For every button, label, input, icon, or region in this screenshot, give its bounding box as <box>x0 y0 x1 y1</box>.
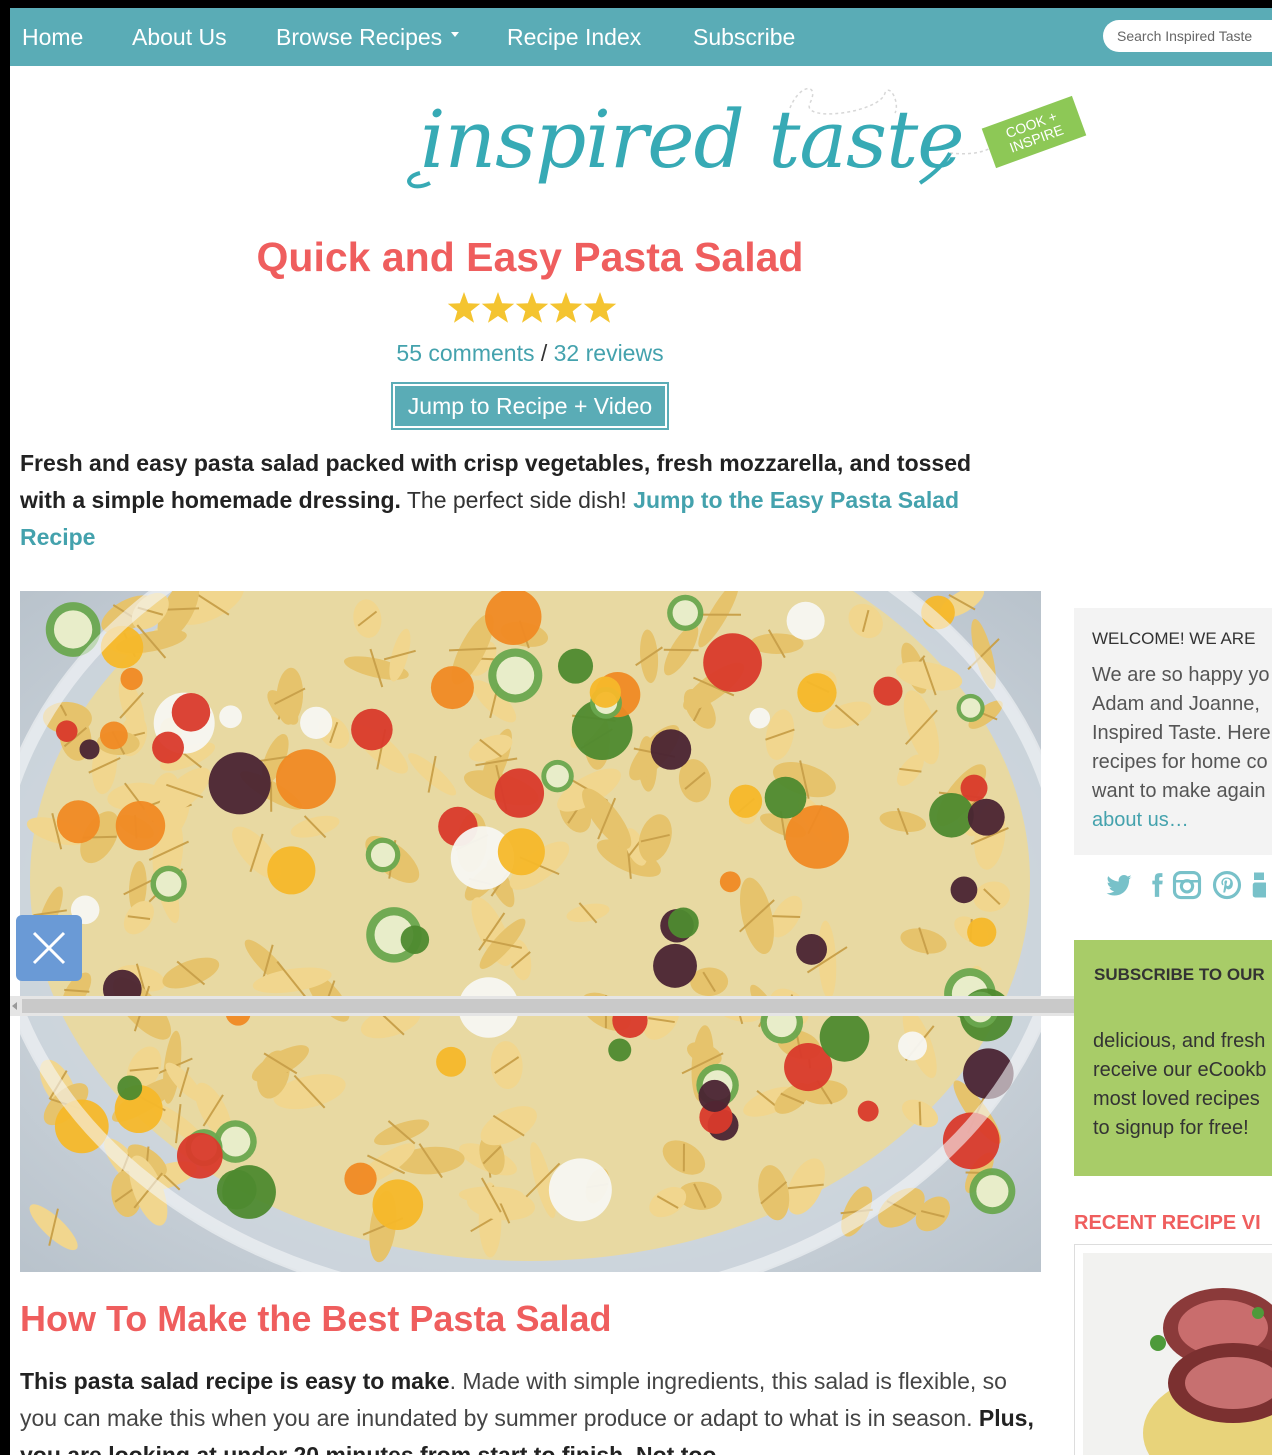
reviews-link[interactable]: 32 reviews <box>554 340 664 366</box>
close-icon[interactable] <box>16 915 82 981</box>
site-logo[interactable]: inspired taste COOK + INSPIRE <box>380 83 1100 233</box>
nav-home[interactable]: Home <box>22 22 83 52</box>
top-nav: Home About Us Browse Recipes Recipe Inde… <box>10 8 1272 66</box>
scroll-left-arrow-icon[interactable] <box>12 1002 17 1010</box>
star-icon <box>583 292 617 323</box>
welcome-line: We are so happy yo <box>1092 664 1270 686</box>
jump-to-recipe-button[interactable]: Jump to Recipe + Video <box>395 386 665 426</box>
facebook-icon[interactable] <box>1144 870 1170 900</box>
sidebar-subscribe: SUBSCRIBE TO OUR delicious, and fresh re… <box>1074 940 1272 1176</box>
welcome-heading: WELCOME! WE ARE <box>1092 629 1256 648</box>
section-body: This pasta salad recipe is easy to make.… <box>20 1363 1045 1455</box>
body-bold-1: This pasta salad recipe is easy to make <box>20 1368 450 1394</box>
subscribe-line: to signup for free! <box>1093 1117 1249 1139</box>
recent-recipe-image <box>1083 1253 1272 1455</box>
nav-recipe-index[interactable]: Recipe Index <box>507 22 641 52</box>
meta-separator: / <box>534 340 554 366</box>
rating-stars <box>447 292 617 323</box>
post-intro: Fresh and easy pasta salad packed with c… <box>20 445 1020 556</box>
comments-link[interactable]: 55 comments <box>396 340 534 366</box>
star-icon <box>447 292 481 323</box>
nav-about-us[interactable]: About Us <box>132 22 227 52</box>
instagram-icon[interactable] <box>1172 870 1202 900</box>
twitter-icon[interactable] <box>1104 870 1134 900</box>
welcome-line: recipes for home co <box>1092 751 1268 773</box>
search-input[interactable] <box>1103 20 1272 52</box>
hero-image-pasta-salad <box>20 591 1041 1272</box>
welcome-text: We are so happy yo Adam and Joanne, Insp… <box>1092 661 1272 835</box>
logo-wordmark: inspired taste <box>420 93 965 186</box>
about-us-link[interactable]: about us… <box>1092 809 1189 831</box>
nav-subscribe[interactable]: Subscribe <box>693 22 795 52</box>
welcome-line: want to make again <box>1092 780 1266 802</box>
welcome-line: Inspired Taste. Here <box>1092 722 1271 744</box>
page: Home About Us Browse Recipes Recipe Inde… <box>10 8 1272 1455</box>
section-heading: How To Make the Best Pasta Salad <box>20 1298 612 1339</box>
post-meta: 55 comments / 32 reviews <box>10 340 1050 367</box>
caret-down-icon <box>451 32 460 38</box>
nav-browse-recipes-label: Browse Recipes <box>276 24 443 50</box>
subscribe-text: delicious, and fresh receive our eCookb … <box>1093 1027 1272 1143</box>
post-title: Quick and Easy Pasta Salad <box>256 234 804 280</box>
intro-plain: The perfect side dish! <box>400 487 634 513</box>
star-icon <box>481 292 515 323</box>
sidebar-welcome: WELCOME! WE ARE We are so happy yo Adam … <box>1074 608 1272 855</box>
subscribe-heading: SUBSCRIBE TO OUR <box>1094 965 1265 984</box>
star-icon <box>549 292 583 323</box>
welcome-line: Adam and Joanne, <box>1092 693 1260 715</box>
recent-recipe-card[interactable] <box>1074 1244 1272 1455</box>
subscribe-line: delicious, and fresh <box>1093 1030 1266 1052</box>
subscribe-line: receive our eCookb <box>1093 1059 1267 1081</box>
subscribe-line: most loved recipes <box>1093 1088 1260 1110</box>
star-icon <box>515 292 549 323</box>
youtube-icon[interactable] <box>1252 870 1266 900</box>
nav-browse-recipes[interactable]: Browse Recipes <box>276 22 460 52</box>
recent-recipes-heading: RECENT RECIPE VI <box>1074 1212 1261 1234</box>
pinterest-icon[interactable] <box>1212 870 1242 900</box>
